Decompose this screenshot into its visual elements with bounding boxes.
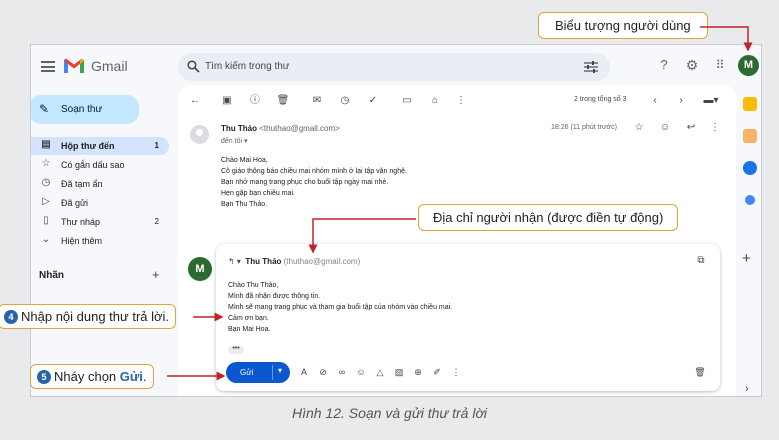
annotation-arrows [167,26,753,381]
figure-caption: Hình 12. Soạn và gửi thư trả lời [291,405,488,421]
arrow-to-recipient [308,218,416,254]
figure: Gmail Tìm kiếm trong thư ? ⚙ ⠿ M ✎ Soạn … [0,0,779,440]
arrow-to-avatar [700,26,753,52]
